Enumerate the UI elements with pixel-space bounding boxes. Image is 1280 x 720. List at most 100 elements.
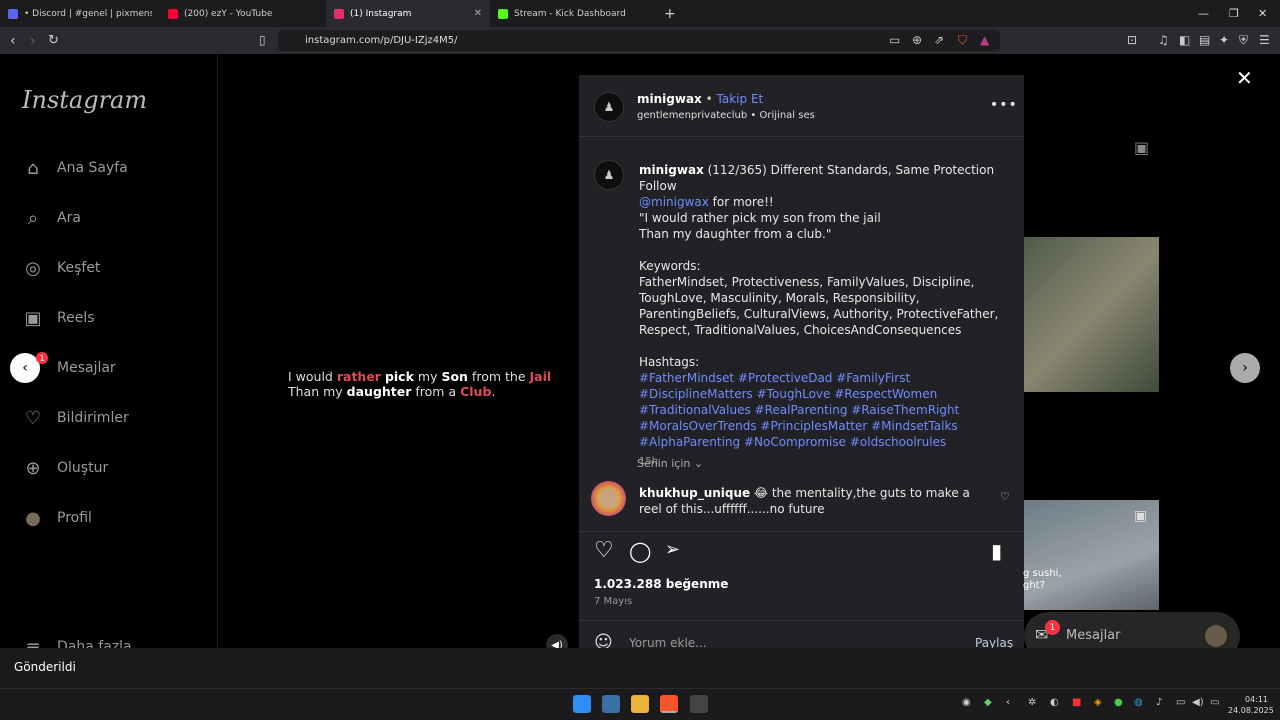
follow-button[interactable]: Takip Et: [717, 92, 764, 106]
tray-app-icon[interactable]: ◉: [962, 697, 971, 708]
post-caption: minigwax (112/365) Different Standards, …: [639, 162, 1011, 470]
tab-discord[interactable]: • Discord | #genel | pixmens: [0, 0, 160, 27]
reel-video[interactable]: [218, 75, 579, 648]
video-line-2: Than my daughter from a Club.: [288, 384, 496, 399]
microphone-icon[interactable]: ♪: [1156, 697, 1162, 708]
brave-shield-icon[interactable]: ⛉: [958, 33, 967, 48]
brave-rewards-icon[interactable]: ▲: [980, 33, 989, 47]
profile-avatar: ●: [25, 507, 41, 529]
author-avatar[interactable]: ♟: [594, 92, 624, 122]
tray-app-icon[interactable]: ◍: [1134, 697, 1143, 708]
reels-icon: ▣: [1134, 508, 1148, 524]
leo-ai-icon[interactable]: ✦: [1219, 33, 1229, 47]
cast-icon[interactable]: ▭: [889, 33, 900, 47]
vpn-icon[interactable]: ⛨: [1239, 33, 1248, 48]
sidebar-item-explore[interactable]: ◎ Keşfet: [22, 257, 100, 279]
reels-icon: ▣: [24, 307, 42, 329]
floating-messages-label: Mesajlar: [1066, 628, 1121, 643]
tray-app-icon[interactable]: ‹: [1006, 697, 1010, 708]
mention-link[interactable]: @minigwax: [639, 195, 709, 209]
author-username[interactable]: minigwax: [637, 92, 702, 106]
more-options-icon[interactable]: •••: [990, 97, 1018, 113]
menu-icon[interactable]: ☰: [1259, 33, 1270, 47]
like-icon[interactable]: ♡: [594, 538, 614, 563]
tab-kick[interactable]: Stream - Kick Dashboard: [490, 0, 656, 27]
commenter-avatar[interactable]: [591, 481, 626, 516]
sidebar-item-create[interactable]: ⊕ Oluştur: [22, 457, 108, 479]
share-icon[interactable]: ⇗: [934, 33, 944, 47]
next-post-button[interactable]: ›: [1230, 353, 1260, 383]
sidebar-item-search[interactable]: ⌕ Ara: [22, 207, 81, 229]
chevron-down-icon: ⌄: [693, 457, 704, 470]
tray-app-icon[interactable]: ●: [1114, 697, 1123, 708]
video-line-1: I would rather pick my Son from the Jail: [288, 369, 552, 384]
start-icon[interactable]: [573, 695, 591, 713]
tray-app-icon[interactable]: ◈: [1094, 697, 1102, 708]
instagram-logo[interactable]: Instagram: [22, 86, 147, 114]
tray-app-icon[interactable]: ✲: [1028, 697, 1036, 708]
back-icon[interactable]: ‹: [10, 33, 16, 49]
url-text: instagram.com/p/DJU-IZjz4M5/: [305, 35, 458, 46]
share-post-icon[interactable]: ➢: [665, 539, 680, 560]
compass-icon: ◎: [25, 257, 41, 279]
likes-count[interactable]: 1.023.288 beğenme: [594, 577, 728, 591]
forward-icon[interactable]: ›: [30, 33, 36, 49]
widgets-icon[interactable]: [602, 695, 620, 713]
messages-badge: 1: [36, 352, 48, 364]
clock[interactable]: 04:11 24.08.2025: [1228, 694, 1274, 716]
new-tab-button[interactable]: +: [656, 0, 680, 27]
restore-icon[interactable]: ❐: [1229, 0, 1239, 27]
comment-icon[interactable]: ◯: [629, 539, 651, 563]
bookmark-icon[interactable]: ▯: [259, 33, 266, 47]
reels-icon: ▣: [1134, 138, 1150, 157]
brave-browser-icon[interactable]: [660, 695, 678, 713]
thumbnail-caption: g sushi, ght?: [1023, 568, 1062, 591]
tab-youtube[interactable]: (200) ezY - YouTube: [160, 0, 326, 27]
caption-username[interactable]: minigwax: [639, 163, 704, 177]
tray-app-icon[interactable]: ■: [1072, 697, 1081, 708]
instagram-icon: [334, 8, 344, 19]
tray-nvidia-icon[interactable]: ◆: [984, 697, 992, 708]
network-icon[interactable]: ▭: [1176, 697, 1185, 708]
comment-like-icon[interactable]: ♡: [1000, 490, 1010, 503]
reload-icon[interactable]: ↻: [48, 33, 59, 48]
volume-icon[interactable]: ◀): [1192, 697, 1204, 708]
minimize-icon[interactable]: —: [1198, 0, 1209, 27]
wallet-icon[interactable]: ▤: [1199, 33, 1210, 47]
screenshot-icon[interactable]: ⊡: [1127, 33, 1137, 47]
post-header: minigwax • Takip Et: [637, 92, 764, 106]
close-icon[interactable]: ✕: [1236, 66, 1253, 90]
zoom-icon[interactable]: ⊕: [912, 33, 922, 47]
home-icon: ⌂: [27, 157, 39, 179]
game-app-icon[interactable]: [690, 695, 708, 713]
background-post-thumbnail: [1023, 237, 1159, 392]
tray-app-icon[interactable]: ◐: [1050, 697, 1059, 708]
file-explorer-icon[interactable]: [631, 695, 649, 713]
sent-toast: Gönderildi: [0, 648, 1280, 688]
video-overlay-text: I would rather pick my Son from the Jail…: [288, 369, 551, 399]
sidebar-item-profile[interactable]: ● Profil: [22, 507, 92, 529]
message-avatar: [1205, 625, 1227, 647]
hashtags-text[interactable]: #FatherMindset #ProtectiveDad #FamilyFir…: [639, 370, 1011, 450]
commenter-username[interactable]: khukhup_unique: [639, 486, 750, 500]
sidebar-item-reels[interactable]: ▣ Reels: [22, 307, 94, 329]
divider: [579, 620, 1024, 621]
search-icon: ⌕: [27, 207, 39, 229]
close-window-icon[interactable]: ✕: [1258, 0, 1267, 27]
close-tab-icon[interactable]: ✕: [474, 8, 482, 19]
floating-messages-badge: 1: [1045, 620, 1060, 635]
sidebar-item-home[interactable]: ⌂ Ana Sayfa: [22, 157, 127, 179]
caption-avatar[interactable]: ♟: [594, 160, 624, 190]
browser-tab-strip: • Discord | #genel | pixmens (200) ezY -…: [0, 0, 1280, 27]
sidebar-item-notifications[interactable]: ♡ Bildirimler: [22, 407, 129, 429]
discord-icon: [8, 8, 18, 19]
plus-square-icon: ⊕: [25, 457, 41, 479]
save-bookmark-icon[interactable]: ▮: [991, 539, 1002, 563]
instagram-sidebar: [0, 54, 218, 648]
for-you-dropdown[interactable]: Senin için ⌄: [637, 457, 703, 470]
tab-instagram[interactable]: (1) Instagram ✕: [326, 0, 490, 27]
audio-subtitle[interactable]: gentlemenprivateclub • Orijinal ses: [637, 110, 815, 121]
sidebar-icon[interactable]: ◧: [1179, 33, 1190, 47]
battery-icon[interactable]: ▭: [1210, 697, 1219, 708]
music-icon[interactable]: ♫: [1158, 33, 1169, 47]
